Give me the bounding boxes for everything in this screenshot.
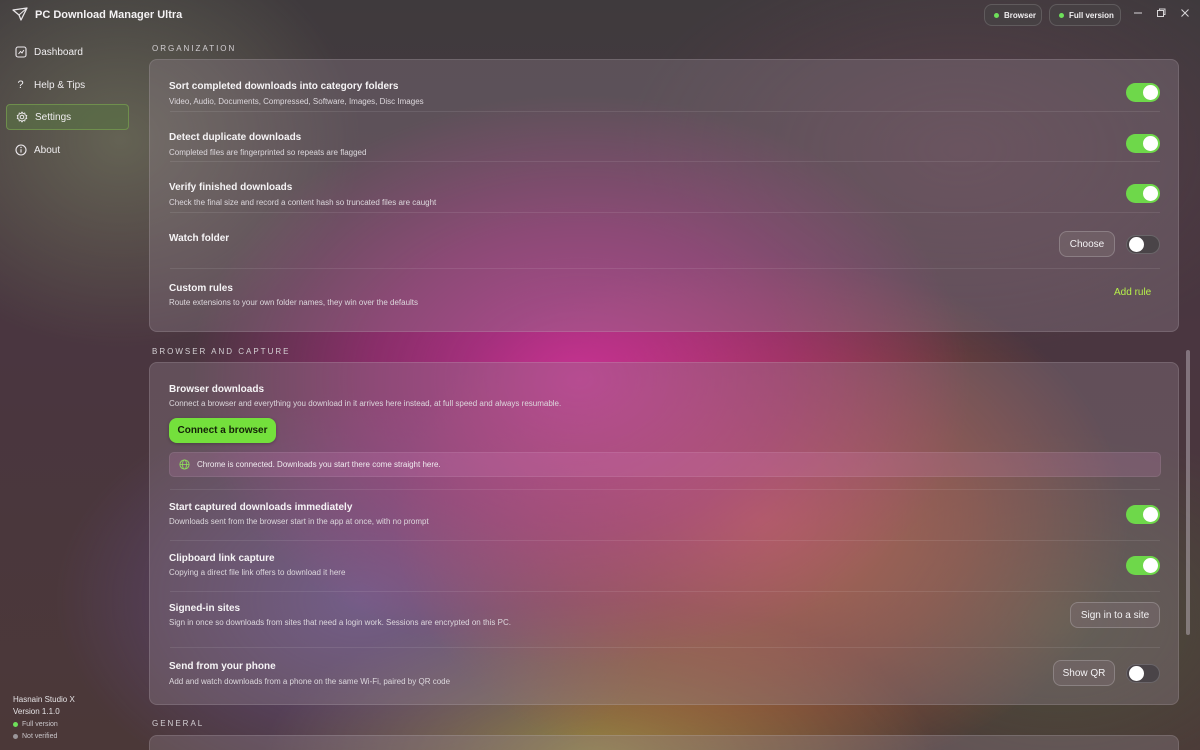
info-icon (14, 144, 27, 157)
full-version-pill-label: Full version (1069, 10, 1114, 20)
connect-browser-button[interactable]: Connect a browser (169, 418, 276, 443)
sidebar-item-label: Settings (35, 111, 72, 123)
license-status: Full version (13, 721, 58, 728)
browser-downloads-description: Connect a browser and everything you dow… (169, 399, 562, 408)
setting-description: Downloads sent from the browser start in… (169, 517, 429, 526)
setting-title: Watch folder (169, 233, 230, 244)
browser-status-pill[interactable]: Browser (984, 4, 1042, 26)
verify-downloads-toggle[interactable] (1126, 184, 1160, 203)
setting-title: Detect duplicate downloads (169, 132, 302, 143)
verification-status: Not verified (13, 733, 57, 740)
dashboard-icon (14, 46, 27, 59)
setting-row-signed-in-sites: Signed-in sites Sign in once so download… (150, 591, 1180, 647)
setting-description: Check the final size and record a conten… (169, 198, 437, 207)
minimize-icon (1134, 12, 1142, 14)
status-dot-icon (1059, 13, 1064, 18)
app-logo-icon (12, 7, 28, 21)
organization-card: Sort completed downloads into category f… (149, 59, 1179, 332)
verification-dot-icon (13, 734, 18, 739)
scrollbar-thumb[interactable] (1186, 350, 1190, 635)
detect-duplicates-toggle[interactable] (1126, 134, 1160, 153)
general-card (149, 735, 1179, 750)
watch-folder-toggle[interactable] (1126, 235, 1160, 254)
section-label-organization: ORGANIZATION (152, 44, 237, 53)
choose-folder-button[interactable]: Choose (1059, 231, 1115, 257)
sidebar-item-help[interactable]: ? Help & Tips (6, 72, 129, 98)
sidebar-item-about[interactable]: About (6, 137, 129, 163)
setting-description: Completed files are fingerprinted so rep… (169, 148, 367, 157)
send-from-phone-toggle[interactable] (1126, 664, 1160, 683)
close-icon (1181, 9, 1189, 17)
browser-pill-label: Browser (1004, 10, 1037, 20)
section-label-general: GENERAL (152, 719, 205, 728)
sidebar-item-dashboard[interactable]: Dashboard (6, 39, 129, 65)
setting-row-verify-downloads: Verify finished downloads Check the fina… (150, 161, 1180, 212)
setting-description: Add and watch downloads from a phone on … (169, 677, 451, 686)
setting-description: Video, Audio, Documents, Compressed, Sof… (169, 97, 424, 106)
browser-status-text: Chrome is connected. Downloads you start… (197, 460, 441, 469)
question-icon: ? (17, 79, 24, 91)
setting-title: Send from your phone (169, 661, 276, 672)
app-version: Version 1.1.0 (13, 707, 60, 716)
minimize-button[interactable] (1127, 5, 1149, 25)
setting-title: Custom rules (169, 283, 233, 294)
app-title: PC Download Manager Ultra (35, 9, 183, 21)
setting-title: Clipboard link capture (169, 553, 275, 564)
gear-icon (15, 111, 28, 124)
section-label-browser-capture: BROWSER AND CAPTURE (152, 347, 291, 356)
restore-icon (1157, 8, 1166, 17)
setting-title: Sort completed downloads into category f… (169, 81, 399, 92)
setting-description: Route extensions to your own folder name… (169, 298, 419, 307)
sidebar-item-label: Dashboard (34, 46, 83, 58)
sidebar-item-label: About (34, 144, 61, 156)
setting-title: Start captured downloads immediately (169, 502, 353, 513)
setting-description: Copying a direct file link offers to dow… (169, 568, 346, 577)
title-bar: PC Download Manager Ultra Browser Full v… (0, 0, 1200, 30)
license-label: Full version (22, 721, 58, 728)
setting-description: Sign in once so downloads from sites tha… (169, 618, 511, 627)
setting-row-send-from-phone: Send from your phone Add and watch downl… (150, 647, 1180, 705)
maximize-button[interactable] (1150, 5, 1172, 25)
sidebar-item-settings[interactable]: Settings (6, 104, 129, 130)
sort-folders-toggle[interactable] (1126, 83, 1160, 102)
browser-downloads-title: Browser downloads (169, 384, 265, 395)
setting-row-sort-folders: Sort completed downloads into category f… (150, 60, 1180, 111)
full-version-pill[interactable]: Full version (1049, 4, 1121, 26)
setting-row-detect-duplicates: Detect duplicate downloads Completed fil… (150, 111, 1180, 161)
close-button[interactable] (1174, 5, 1196, 25)
status-dot-icon (994, 13, 999, 18)
globe-icon (179, 459, 190, 470)
license-dot-icon (13, 722, 18, 727)
sidebar-item-label: Help & Tips (34, 79, 86, 91)
setting-row-clipboard-capture: Clipboard link capture Copying a direct … (150, 540, 1180, 591)
show-qr-button[interactable]: Show QR (1053, 660, 1115, 686)
setting-row-custom-rules: Custom rules Route extensions to your ow… (150, 268, 1180, 332)
browser-capture-card: Browser downloads Connect a browser and … (149, 362, 1179, 705)
setting-row-watch-folder: Watch folder Choose (150, 212, 1180, 268)
add-rule-link[interactable]: Add rule (1114, 287, 1151, 298)
setting-title: Signed-in sites (169, 603, 241, 614)
setting-row-start-immediately: Start captured downloads immediately Dow… (150, 489, 1180, 540)
sign-in-site-button[interactable]: Sign in to a site (1070, 602, 1160, 628)
clipboard-capture-toggle[interactable] (1126, 556, 1160, 575)
browser-status-bar: Chrome is connected. Downloads you start… (169, 452, 1161, 477)
verification-label: Not verified (22, 733, 58, 740)
setting-title: Verify finished downloads (169, 182, 293, 193)
start-immediately-toggle[interactable] (1126, 505, 1160, 524)
studio-name: Hasnain Studio X (13, 695, 75, 704)
